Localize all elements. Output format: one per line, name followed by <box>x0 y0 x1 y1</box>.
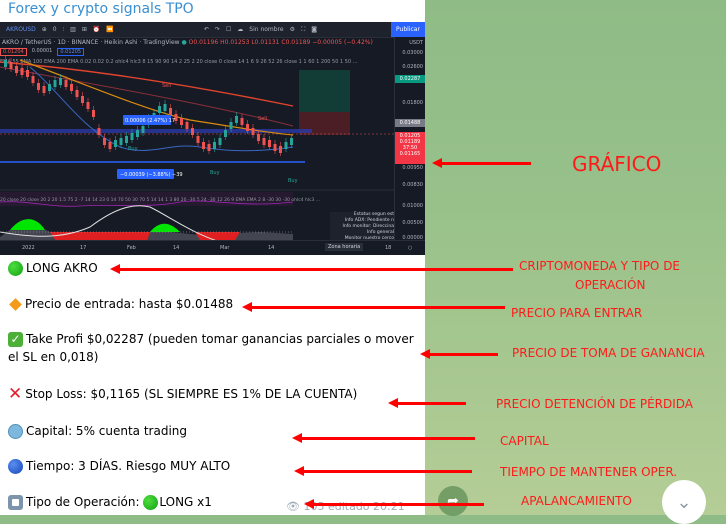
signal-label: Buy <box>288 178 298 184</box>
entry-band <box>0 129 312 133</box>
axis-label: 0.02600 <box>402 64 423 70</box>
signal-label: Sell <box>162 83 171 89</box>
green-circle-icon <box>143 495 159 510</box>
take-profit-zone <box>299 70 350 112</box>
annotation-arrow <box>432 158 531 168</box>
time-tick: 2022 <box>22 245 35 251</box>
annotation-tiempo: TIEMPO DE MANTENER OPER. <box>500 465 678 479</box>
time-tick: 17 <box>80 245 87 251</box>
time-tick: 14 <box>268 245 275 251</box>
eye-icon: 👁 <box>286 500 300 513</box>
annotation-arrow <box>110 264 513 274</box>
axis-label: 0.01000 <box>402 203 423 209</box>
annotation-arrow <box>304 499 484 509</box>
time-tick: 14 <box>173 245 180 251</box>
message-line-take-profit: ✓ Take Profi $0,02287 (pueden tomar ganan… <box>8 330 418 366</box>
annotation-capital: CAPITAL <box>500 434 549 448</box>
oscillator-legend: 20 close 20 close 20 2 20 1.5 75 2 -7 14… <box>0 197 320 203</box>
annotation-arrow <box>388 398 466 408</box>
time-tick: Feb <box>127 245 136 251</box>
message-line-pair: LONG AKRO <box>8 261 98 276</box>
check-mark-icon: ✓ <box>8 332 23 347</box>
annotation-cripto: CRIPTOMONEDA Y TIPO DE <box>519 259 681 273</box>
signal-label: Sell <box>258 116 267 122</box>
histogram-green <box>150 223 180 232</box>
time-text: Tiempo: 3 DÍAS. Riesgo MUY ALTO <box>26 459 231 473</box>
axis-label: 0.00830 <box>402 182 423 188</box>
time-axis: 2022 17 Feb 14 Mar 14 Zona horaria 18 ○ <box>0 240 425 255</box>
measure-label-down: −0.00039 (−3.88%) −39 <box>120 172 183 178</box>
globe-icon <box>8 424 23 439</box>
orange-diamond-icon <box>9 298 22 311</box>
message-line-stop-loss: ✕ Stop Loss: $0,1165 (SL SIEMPRE ES 1% DE… <box>8 384 358 404</box>
signal-label: Buy <box>128 146 138 152</box>
timezone-button: Zona horaria <box>325 243 364 251</box>
histogram-red <box>195 232 240 240</box>
entry-price: 0.01488 <box>395 119 425 127</box>
signal-label: Buy <box>210 170 220 176</box>
price-axis: USDT 0.03000 0.02600 0.02287 0.01800 0.0… <box>394 37 425 241</box>
entry-text: Precio de entrada: hasta $0.01488 <box>25 297 234 311</box>
current-price-badge: 0.01205 0.01189 37:50 0.01165 <box>395 132 425 164</box>
axis-label: 0.01800 <box>402 100 423 106</box>
cross-mark-icon: ✕ <box>8 384 23 404</box>
measure-label-up: 0.00006 (2.47%) 17 <box>125 118 175 124</box>
histogram-green <box>10 219 45 230</box>
annotation-arrow <box>292 433 475 443</box>
stop-loss-text: Stop Loss: $0,1165 (SL SIEMPRE ES 1% DE … <box>25 387 358 401</box>
annotation-arrow <box>242 302 505 312</box>
settings-icon: ○ <box>408 245 413 251</box>
stop-button-icon <box>8 495 23 510</box>
annotation-grafico: GRÁFICO <box>572 152 662 176</box>
edited-label: editado 20:21 <box>327 500 405 513</box>
share-icon: ➦ <box>447 493 459 509</box>
annotation-perdida: PRECIO DETENCIÓN DE PÉRDIDA <box>496 397 694 411</box>
annotation-cripto-2: OPERACIÓN <box>575 278 646 292</box>
annotation-apalancamiento: APALANCAMIENTO <box>521 494 632 508</box>
candles <box>4 56 293 156</box>
annotation-ganancia: PRECIO DE TOMA DE GANANCIA <box>512 346 705 360</box>
share-button[interactable]: ➦ <box>438 486 468 516</box>
leverage-text: LONG x1 <box>159 495 212 509</box>
scroll-down-button[interactable]: ⌄ <box>662 480 706 524</box>
axis-label: 0.03000 <box>402 50 423 56</box>
take-profit-text: Take Profi $0,02287 (pueden tomar gananc… <box>8 332 414 364</box>
time-tick: Mar <box>220 245 230 251</box>
annotation-arrow <box>294 466 472 476</box>
green-circle-icon <box>8 261 23 276</box>
blue-circle-icon <box>8 459 23 474</box>
message-line-operation: Tipo de Operación: LONG x1 <box>8 495 212 510</box>
message-line-capital: Capital: 5% cuenta trading <box>8 424 187 439</box>
operation-text: Tipo de Operación: <box>26 495 144 509</box>
take-profit-price: 0.02287 <box>395 75 425 83</box>
axis-currency: USDT <box>409 40 423 46</box>
axis-label: 0.00950 <box>402 165 423 171</box>
stop-loss-price: 0.01165 <box>399 151 421 157</box>
time-tick: 18 <box>385 245 392 251</box>
message-line-time: Tiempo: 3 DÍAS. Riesgo MUY ALTO <box>8 459 230 474</box>
annotation-entrada: PRECIO PARA ENTRAR <box>511 306 643 320</box>
chevron-down-icon: ⌄ <box>676 491 692 513</box>
capital-text: Capital: 5% cuenta trading <box>26 424 188 438</box>
pair-text: LONG AKRO <box>26 261 98 275</box>
message-line-entry: Precio de entrada: hasta $0.01488 <box>8 297 233 311</box>
annotation-arrow <box>420 349 498 359</box>
axis-label: 0.00500 <box>402 220 423 226</box>
chart-screenshot[interactable]: AKROUSD ⊕ 0 ⫶ ▥ ⊞ ⏰ ⏪ ↶ ↷ ☐ ☁ Sin nombre… <box>0 22 425 255</box>
channel-title[interactable]: Forex y crypto signals TPO <box>8 1 194 17</box>
